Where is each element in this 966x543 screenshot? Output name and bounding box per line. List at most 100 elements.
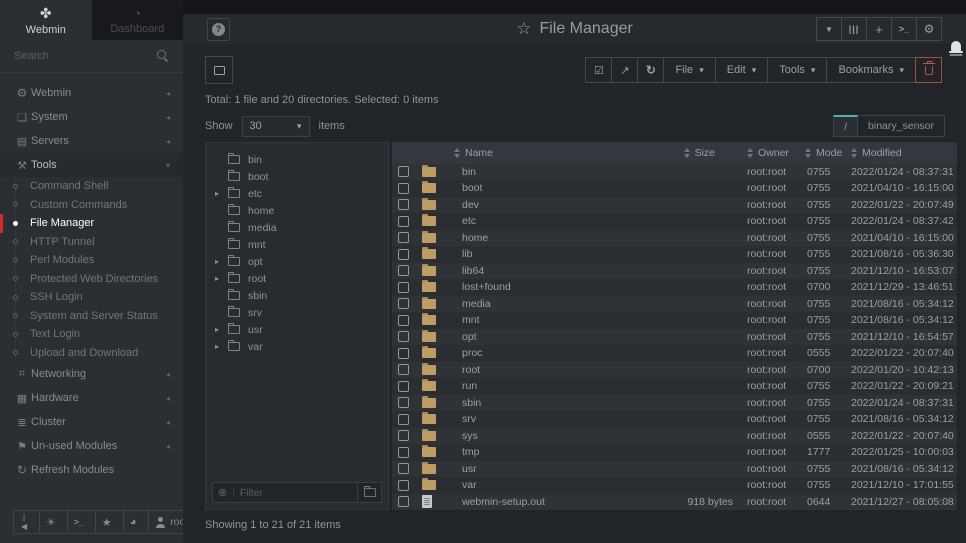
file-name[interactable]: lost+found: [448, 281, 653, 293]
file-name[interactable]: tmp: [448, 446, 653, 458]
file-name[interactable]: media: [448, 298, 653, 310]
toolbar-menu-button[interactable]: Bookmarks: [826, 57, 916, 83]
header-action-button[interactable]: [866, 17, 892, 41]
search-input[interactable]: [14, 50, 157, 62]
sidebar-footer-button[interactable]: [123, 510, 149, 534]
tree-item[interactable]: srv: [206, 304, 388, 321]
table-row[interactable]: sys root:root 0555 2022/01/22 - 20:07:40: [392, 428, 957, 445]
table-row[interactable]: lost+found root:root 0700 2021/12/29 - 1…: [392, 279, 957, 296]
sidebar-footer-button[interactable]: [13, 510, 40, 534]
table-row[interactable]: boot root:root 0755 2021/04/10 - 16:15:0…: [392, 180, 957, 197]
table-row[interactable]: opt root:root 0755 2021/12/10 - 16:54:57: [392, 329, 957, 346]
row-checkbox[interactable]: [398, 463, 409, 474]
row-checkbox[interactable]: [398, 447, 409, 458]
table-row[interactable]: home root:root 0755 2021/04/10 - 16:15:0…: [392, 230, 957, 247]
file-name[interactable]: var: [448, 479, 653, 491]
file-name[interactable]: sys: [448, 430, 653, 442]
breadcrumb-item-button[interactable]: binary_sensor: [858, 115, 945, 137]
table-row[interactable]: run root:root 0755 2022/01/22 - 20:09:21: [392, 378, 957, 395]
row-checkbox[interactable]: [398, 430, 409, 441]
file-name[interactable]: proc: [448, 347, 653, 359]
header-action-button[interactable]: [816, 17, 842, 41]
row-checkbox[interactable]: [398, 364, 409, 375]
x-circle-icon[interactable]: [218, 486, 227, 499]
table-row[interactable]: webmin-setup.out 918 bytes root:root 064…: [392, 494, 957, 511]
table-row[interactable]: tmp root:root 1777 2022/01/25 - 10:00:03: [392, 444, 957, 461]
table-row[interactable]: usr root:root 0755 2021/08/16 - 05:34:12: [392, 461, 957, 478]
tree-item[interactable]: etc: [206, 185, 388, 202]
table-row[interactable]: var root:root 0755 2021/12/10 - 17:01:55: [392, 477, 957, 494]
file-name[interactable]: usr: [448, 463, 653, 475]
file-name[interactable]: opt: [448, 331, 653, 343]
row-checkbox[interactable]: [398, 480, 409, 491]
file-name[interactable]: dev: [448, 199, 653, 211]
sidebar-footer-button[interactable]: [39, 510, 68, 534]
sidebar-menu-item[interactable]: Webmin: [0, 81, 183, 105]
table-row[interactable]: lib64 root:root 0755 2021/12/10 - 16:53:…: [392, 263, 957, 280]
sidebar-menu-item[interactable]: File Manager: [0, 214, 183, 233]
expand-arrow-icon[interactable]: [215, 325, 228, 334]
column-header-name[interactable]: Name: [448, 147, 653, 159]
expand-arrow-icon[interactable]: [215, 274, 228, 283]
row-checkbox[interactable]: [398, 331, 409, 342]
row-checkbox[interactable]: [398, 282, 409, 293]
sidebar-menu-item[interactable]: Networking: [0, 362, 183, 386]
sidebar-menu-item[interactable]: Tools: [0, 153, 183, 177]
expand-arrow-icon[interactable]: [215, 189, 228, 198]
tree-item[interactable]: home: [206, 202, 388, 219]
expand-arrow-icon[interactable]: [215, 257, 228, 266]
file-name[interactable]: bin: [448, 166, 653, 178]
expand-arrow-icon[interactable]: [215, 342, 228, 351]
file-name[interactable]: home: [448, 232, 653, 244]
header-action-button[interactable]: [916, 17, 942, 41]
column-header-owner[interactable]: Owner: [739, 147, 797, 159]
toolbar-icon-button[interactable]: [611, 57, 638, 83]
sidebar-menu-item[interactable]: Upload and Download: [0, 344, 183, 363]
column-header-mode[interactable]: Mode: [797, 147, 843, 159]
file-name[interactable]: srv: [448, 413, 653, 425]
row-checkbox[interactable]: [398, 216, 409, 227]
row-checkbox[interactable]: [398, 265, 409, 276]
sidebar-menu-item[interactable]: Custom Commands: [0, 196, 183, 215]
file-name[interactable]: lib64: [448, 265, 653, 277]
tree-item[interactable]: boot: [206, 168, 388, 185]
trash-button[interactable]: [915, 57, 942, 83]
sidebar-menu-item[interactable]: Servers: [0, 129, 183, 153]
row-checkbox[interactable]: [398, 397, 409, 408]
file-name[interactable]: run: [448, 380, 653, 392]
filter-folder-button[interactable]: [357, 483, 381, 502]
row-checkbox[interactable]: [398, 496, 409, 507]
column-header-size[interactable]: Size: [653, 147, 739, 159]
sidebar-menu-item[interactable]: SSH Login: [0, 288, 183, 307]
sidebar-menu-item[interactable]: System and Server Status: [0, 307, 183, 326]
header-action-button[interactable]: [841, 17, 867, 41]
sidebar-menu-item[interactable]: Refresh Modules: [0, 458, 183, 482]
table-row[interactable]: lib root:root 0755 2021/08/16 - 05:36:30: [392, 246, 957, 263]
sidebar-menu-item[interactable]: Cluster: [0, 410, 183, 434]
sidebar-tab[interactable]: Dashboard: [92, 0, 184, 40]
sidebar-tab[interactable]: Webmin: [0, 0, 92, 40]
tree-item[interactable]: root: [206, 270, 388, 287]
sidebar-menu-item[interactable]: HTTP Tunnel: [0, 233, 183, 252]
toolbar-icon-button[interactable]: [637, 57, 664, 83]
table-row[interactable]: dev root:root 0755 2022/01/22 - 20:07:49: [392, 197, 957, 214]
header-action-button[interactable]: [891, 17, 917, 41]
row-checkbox[interactable]: [398, 166, 409, 177]
tree-item[interactable]: media: [206, 219, 388, 236]
file-name[interactable]: lib: [448, 248, 653, 260]
breadcrumb-root-button[interactable]: /: [833, 115, 858, 137]
row-checkbox[interactable]: [398, 298, 409, 309]
row-checkbox[interactable]: [398, 183, 409, 194]
items-per-page-select[interactable]: 30: [242, 116, 310, 137]
row-checkbox[interactable]: [398, 232, 409, 243]
toolbar-menu-button[interactable]: Tools: [767, 57, 827, 83]
file-name[interactable]: boot: [448, 182, 653, 194]
tree-item[interactable]: mnt: [206, 236, 388, 253]
table-row[interactable]: etc root:root 0755 2022/01/24 - 08:37:42: [392, 213, 957, 230]
file-name[interactable]: sbin: [448, 397, 653, 409]
table-row[interactable]: root root:root 0700 2022/01/20 - 10:42:1…: [392, 362, 957, 379]
file-name[interactable]: etc: [448, 215, 653, 227]
sidebar-menu-item[interactable]: System: [0, 105, 183, 129]
row-checkbox[interactable]: [398, 199, 409, 210]
clone-window-button[interactable]: [205, 56, 233, 84]
